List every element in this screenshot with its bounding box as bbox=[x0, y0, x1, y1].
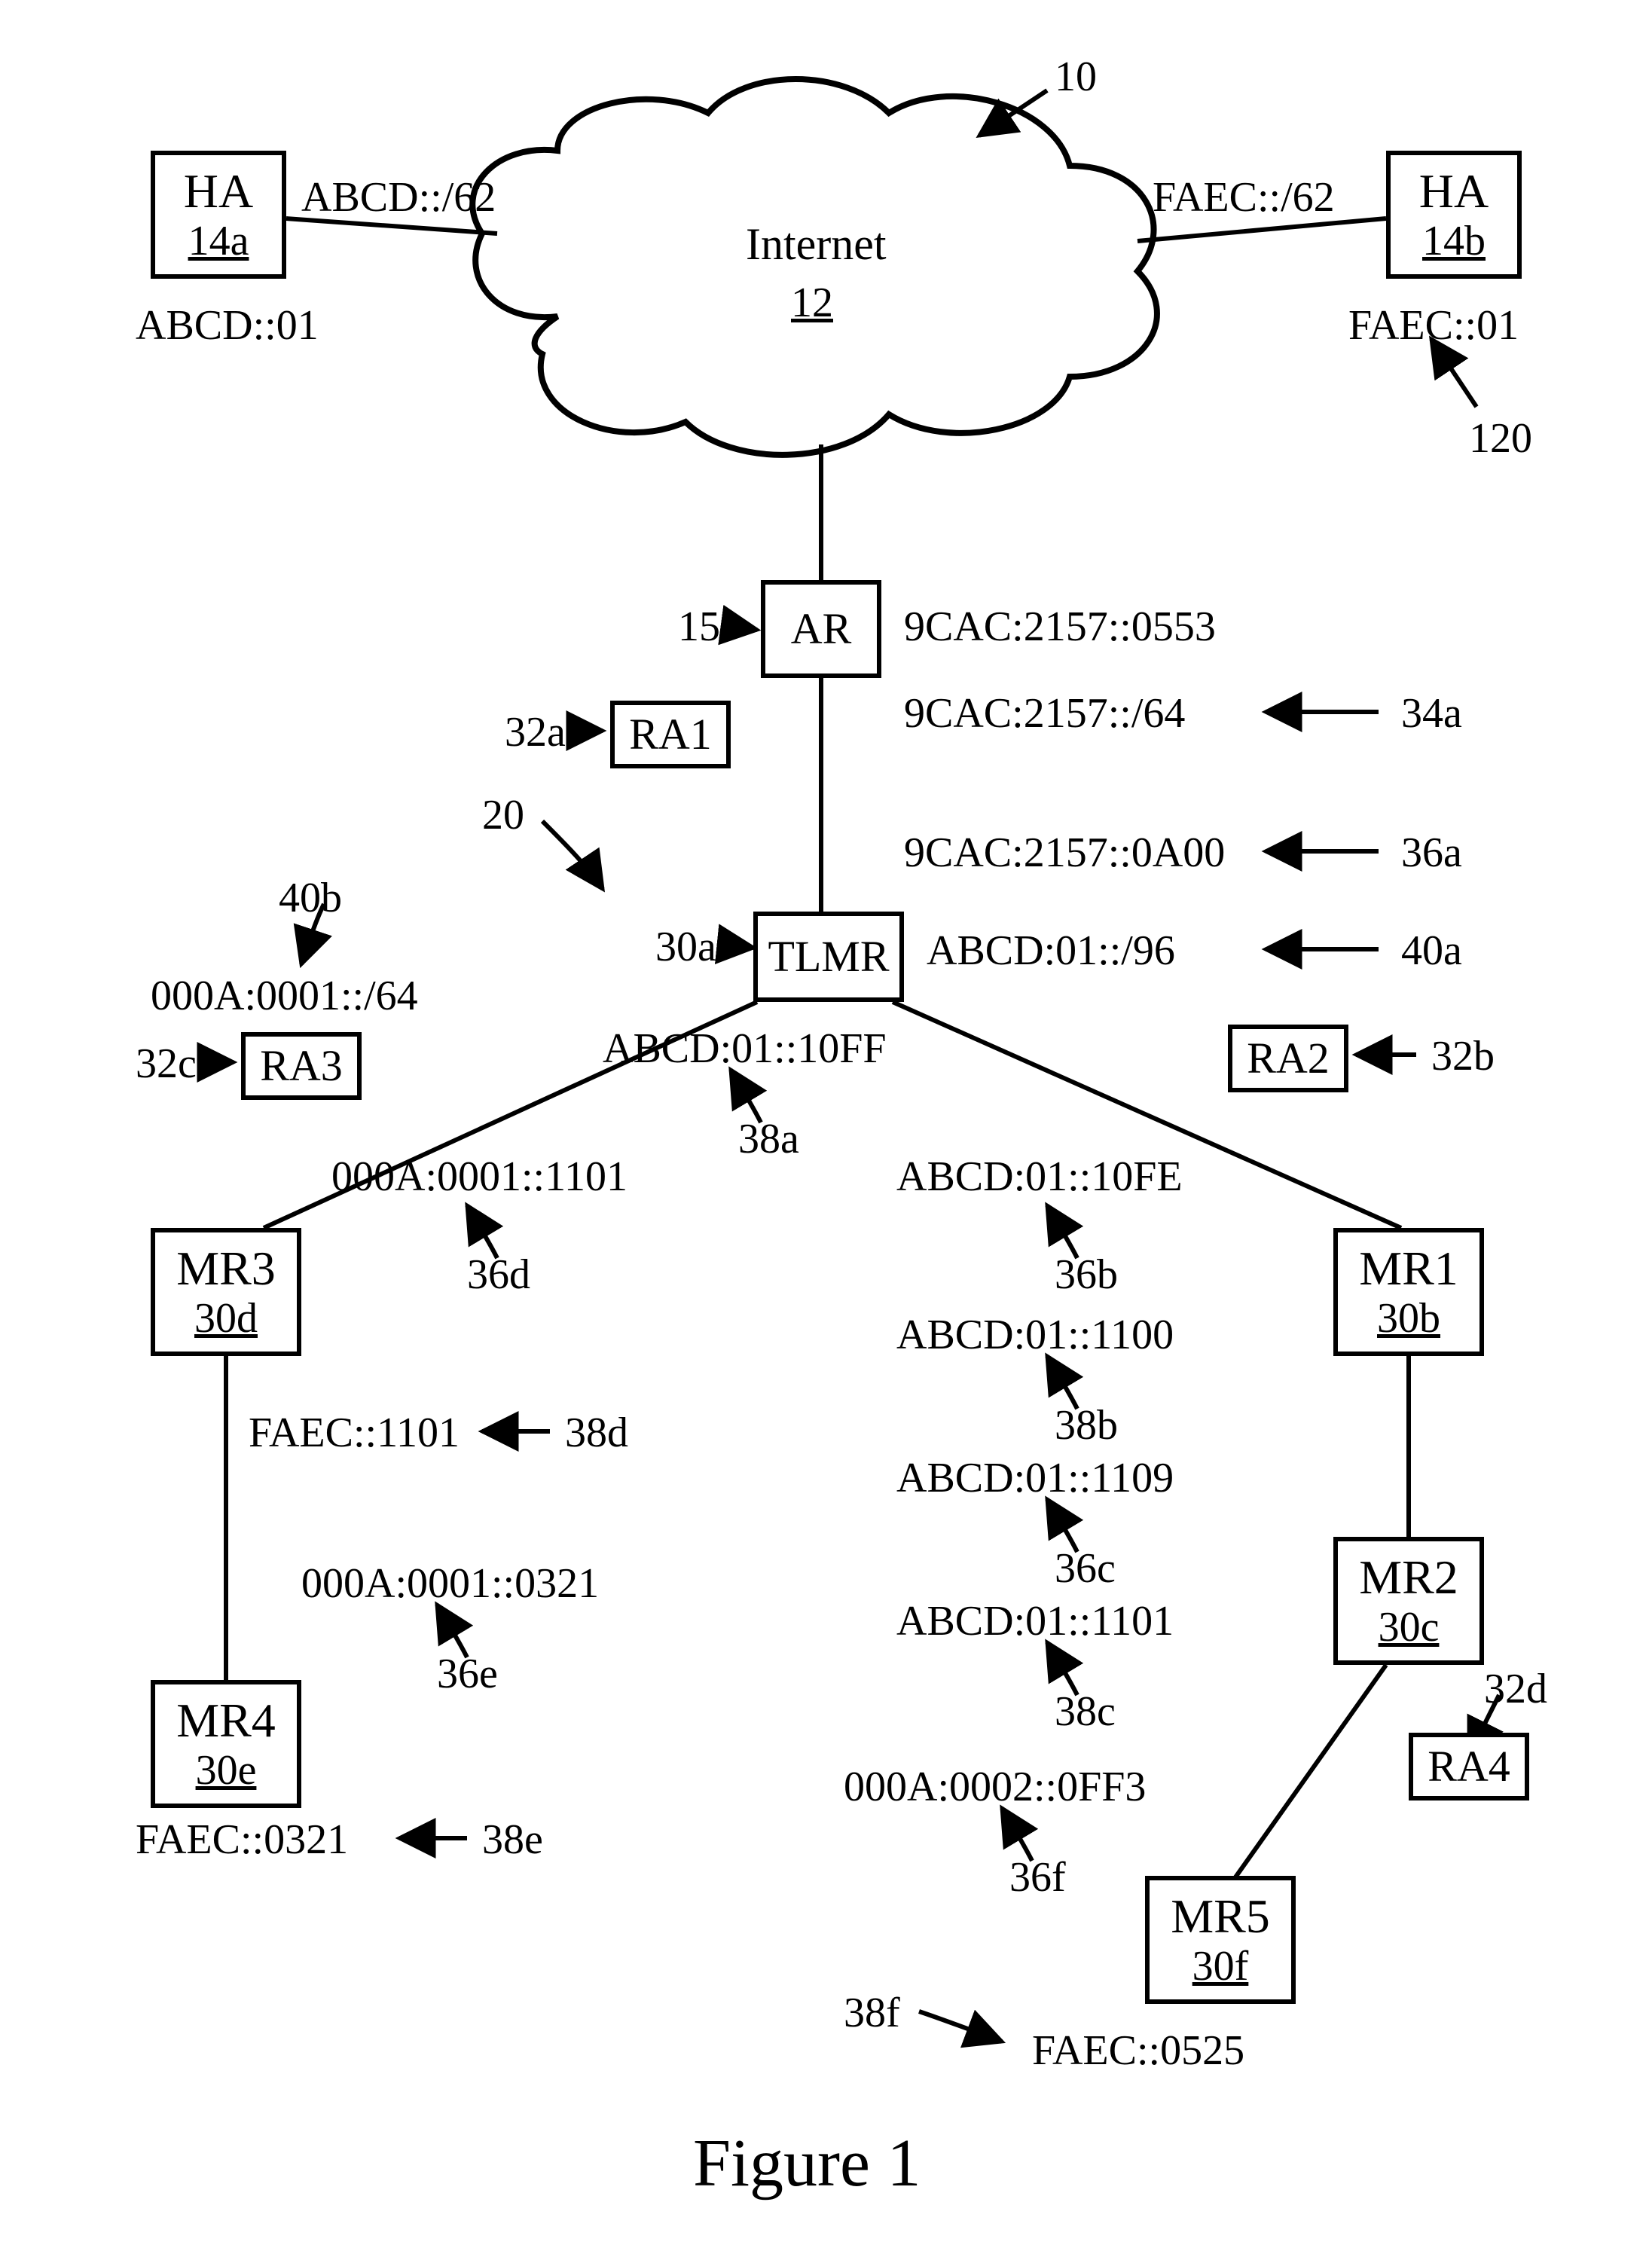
ref-36c: 36c bbox=[1055, 1544, 1116, 1593]
internet-label: Internet bbox=[746, 218, 887, 270]
ra3-title: RA3 bbox=[260, 1043, 343, 1089]
addr-36a: 9CAC:2157::0A00 bbox=[904, 829, 1225, 877]
ref-36e: 36e bbox=[437, 1650, 498, 1698]
ref-36a: 36a bbox=[1401, 829, 1462, 877]
node-ra2: RA2 bbox=[1228, 1025, 1348, 1092]
ref-32a: 32a bbox=[505, 708, 566, 756]
ref-20: 20 bbox=[482, 791, 524, 839]
addr-38b: ABCD:01::1100 bbox=[896, 1311, 1174, 1359]
node-ar: AR bbox=[761, 580, 881, 678]
ref-36d: 36d bbox=[467, 1251, 530, 1299]
node-ha-b: HA 14b bbox=[1386, 151, 1522, 279]
node-ha-a: HA 14a bbox=[151, 151, 286, 279]
addr-38d: FAEC::1101 bbox=[249, 1409, 460, 1457]
ha-a-addr: ABCD::01 bbox=[136, 301, 319, 350]
addr-38c: ABCD:01::1101 bbox=[896, 1597, 1174, 1645]
mr3-sub: 30d bbox=[194, 1297, 258, 1341]
addr-40a: ABCD:01::/96 bbox=[927, 927, 1175, 975]
tlmr-title: TLMR bbox=[768, 934, 889, 980]
addr-34a: 9CAC:2157::/64 bbox=[904, 689, 1185, 738]
mr3-title: MR3 bbox=[176, 1243, 276, 1293]
link-ha-b-internet bbox=[1137, 218, 1386, 241]
ref-arrow-20 bbox=[542, 821, 603, 889]
addr-38e: FAEC::0321 bbox=[136, 1816, 348, 1864]
addr-40b: 000A:0001::/64 bbox=[151, 972, 418, 1020]
node-ra1: RA1 bbox=[610, 701, 731, 768]
ref-32d: 32d bbox=[1484, 1665, 1547, 1713]
ref-38d: 38d bbox=[565, 1409, 628, 1457]
node-mr1: MR1 30b bbox=[1333, 1228, 1484, 1356]
ref-38f: 38f bbox=[844, 1989, 900, 2037]
ref-15: 15 bbox=[678, 603, 720, 651]
node-mr2: MR2 30c bbox=[1333, 1537, 1484, 1665]
addr-36d: 000A:0001::1101 bbox=[331, 1153, 628, 1201]
ref-32c: 32c bbox=[136, 1040, 197, 1088]
ar-addr: 9CAC:2157::0553 bbox=[904, 603, 1216, 651]
mr1-sub: 30b bbox=[1377, 1297, 1440, 1341]
figure-title: Figure 1 bbox=[693, 2124, 921, 2202]
ra2-title: RA2 bbox=[1247, 1036, 1330, 1082]
ref-leader-30a bbox=[731, 945, 753, 948]
ref-40b: 40b bbox=[279, 874, 342, 922]
ref-38b: 38b bbox=[1055, 1401, 1118, 1449]
addr-36e: 000A:0001::0321 bbox=[301, 1559, 599, 1608]
ref-32b: 32b bbox=[1431, 1032, 1495, 1080]
ref-36b: 36b bbox=[1055, 1251, 1118, 1299]
node-mr5: MR5 30f bbox=[1145, 1876, 1296, 2004]
mr2-title: MR2 bbox=[1359, 1552, 1458, 1602]
addr-38f: FAEC::0525 bbox=[1032, 2027, 1244, 2075]
addr-36f: 000A:0002::0FF3 bbox=[844, 1763, 1146, 1811]
node-ra3: RA3 bbox=[241, 1032, 362, 1100]
ref-leader-15 bbox=[723, 625, 757, 630]
node-mr4: MR4 30e bbox=[151, 1680, 301, 1808]
node-tlmr: TLMR bbox=[753, 912, 904, 1002]
node-ra4: RA4 bbox=[1409, 1733, 1529, 1800]
addr-36b: ABCD:01::10FE bbox=[896, 1153, 1183, 1201]
ref-120: 120 bbox=[1469, 414, 1532, 463]
ar-title: AR bbox=[791, 606, 852, 652]
mr5-sub: 30f bbox=[1192, 1944, 1249, 1989]
addr-36c: ABCD:01::1109 bbox=[896, 1454, 1174, 1502]
ref-36f: 36f bbox=[1009, 1853, 1066, 1901]
ha-b-title: HA bbox=[1419, 166, 1489, 216]
ra1-title: RA1 bbox=[629, 712, 712, 758]
ref-38e: 38e bbox=[482, 1816, 543, 1864]
ra4-title: RA4 bbox=[1428, 1744, 1510, 1790]
mr2-sub: 30c bbox=[1379, 1605, 1440, 1650]
ref-34a: 34a bbox=[1401, 689, 1462, 738]
addr-38a: ABCD:01::10FF bbox=[603, 1025, 887, 1073]
node-mr3: MR3 30d bbox=[151, 1228, 301, 1356]
ref-arrow-10 bbox=[979, 90, 1047, 136]
ha-a-title: HA bbox=[184, 166, 253, 216]
mr1-title: MR1 bbox=[1359, 1243, 1458, 1293]
mr4-sub: 30e bbox=[196, 1749, 257, 1793]
ref-38a: 38a bbox=[738, 1115, 799, 1163]
ref-30a: 30a bbox=[655, 923, 716, 971]
ha-b-addr: FAEC::01 bbox=[1348, 301, 1519, 350]
link-label-ha-a: ABCD::/62 bbox=[301, 173, 496, 221]
link-mr2-mr5 bbox=[1220, 1665, 1386, 1898]
ref-leader-38f bbox=[919, 2011, 1002, 2042]
ha-a-sub: 14a bbox=[188, 219, 249, 264]
mr5-title: MR5 bbox=[1171, 1891, 1270, 1941]
ref-40a: 40a bbox=[1401, 927, 1462, 975]
ref-38c: 38c bbox=[1055, 1687, 1116, 1736]
link-label-ha-b: FAEC::/62 bbox=[1153, 173, 1335, 221]
internet-ref: 12 bbox=[791, 279, 833, 327]
ha-b-sub: 14b bbox=[1422, 219, 1486, 264]
mr4-title: MR4 bbox=[176, 1695, 276, 1746]
ref-10: 10 bbox=[1055, 53, 1097, 101]
